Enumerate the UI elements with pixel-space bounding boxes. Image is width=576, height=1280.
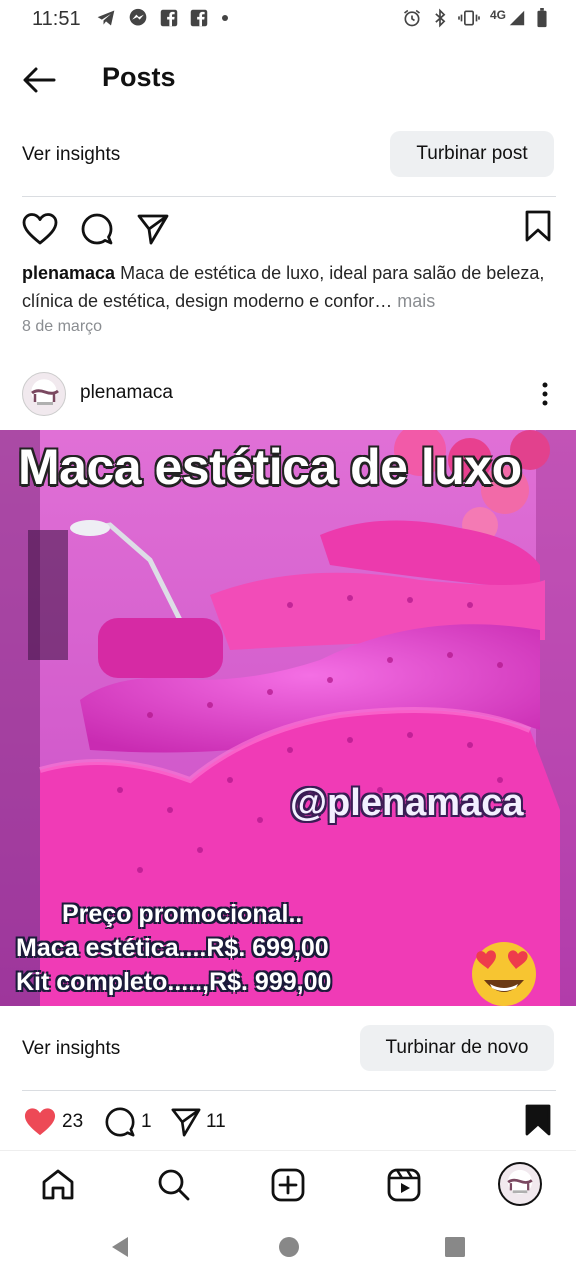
image-handle-text: @plenamaca (290, 782, 524, 824)
create-post-icon[interactable] (270, 1167, 306, 1203)
like-count[interactable]: 23 (62, 1111, 83, 1133)
post-date: 8 de março (22, 318, 103, 335)
divider (22, 1090, 556, 1091)
facebook-icon (190, 9, 208, 27)
vibrate-icon (458, 10, 480, 26)
save-bookmark-icon[interactable] (524, 210, 552, 242)
image-title-text: Maca estética de luxo (18, 439, 522, 495)
system-home-icon[interactable] (276, 1234, 302, 1260)
status-bar: 11:51 4G (0, 0, 576, 40)
status-time: 11:51 (32, 8, 81, 30)
back-button[interactable] (20, 60, 60, 100)
avatar[interactable] (22, 372, 66, 416)
dot-icon (222, 15, 228, 21)
network-type: 4G (489, 8, 506, 22)
home-icon[interactable] (40, 1167, 76, 1203)
image-promo-text: Preço promocional.. (62, 900, 303, 928)
system-recents-icon[interactable] (442, 1234, 468, 1260)
facebook-icon (160, 9, 178, 27)
comment-count[interactable]: 1 (141, 1111, 152, 1133)
heart-eyes-emoji-icon (472, 942, 536, 1006)
battery-icon (537, 8, 547, 28)
boost-post-button[interactable]: Turbinar post (390, 131, 554, 177)
comment-icon[interactable] (104, 1106, 136, 1138)
view-insights-link[interactable]: Ver insights (22, 1038, 120, 1060)
search-icon[interactable] (156, 1167, 192, 1203)
comment-icon[interactable] (80, 212, 114, 246)
alarm-icon (403, 9, 420, 27)
messenger-icon (129, 8, 147, 26)
caption-account[interactable]: plenamaca (22, 263, 115, 283)
more-vertical-icon (542, 382, 548, 406)
logo-icon (507, 1178, 533, 1194)
caption-more-link[interactable]: mais (397, 291, 435, 311)
system-back-icon[interactable] (108, 1234, 134, 1260)
bluetooth-icon (435, 8, 446, 28)
saved-bookmark-icon[interactable] (524, 1104, 552, 1136)
view-insights-link[interactable]: Ver insights (22, 144, 120, 166)
telegram-icon (97, 10, 115, 26)
share-icon[interactable] (170, 1106, 202, 1138)
liked-heart-icon[interactable] (22, 1106, 58, 1138)
more-options-button[interactable] (535, 380, 555, 410)
page-title: Posts (102, 62, 176, 92)
divider (22, 196, 556, 197)
system-navigation-bar (0, 1220, 576, 1280)
like-heart-icon[interactable] (22, 212, 58, 246)
status-system-icons: 4G (402, 8, 548, 28)
profile-avatar[interactable] (498, 1162, 542, 1206)
status-notification-icons (96, 8, 230, 28)
share-count[interactable]: 11 (206, 1111, 226, 1133)
signal-icon (509, 10, 525, 26)
bottom-navigation (0, 1150, 576, 1220)
post-account-name[interactable]: plenamaca (80, 382, 173, 404)
logo-icon (31, 389, 59, 405)
share-icon[interactable] (136, 212, 170, 246)
image-price-line-2: Kit completo.....,R$. 999,00 (16, 968, 332, 996)
post-image[interactable]: Maca estética de luxo @plenamaca Preço p… (0, 430, 576, 1006)
boost-again-button[interactable]: Turbinar de novo (360, 1025, 554, 1071)
arrow-left-icon (23, 67, 56, 93)
reels-icon[interactable] (386, 1167, 422, 1203)
image-price-line-1: Maca estética....R$. 699,00 (16, 934, 329, 962)
post-caption: plenamaca Maca de estética de luxo, idea… (22, 259, 558, 315)
